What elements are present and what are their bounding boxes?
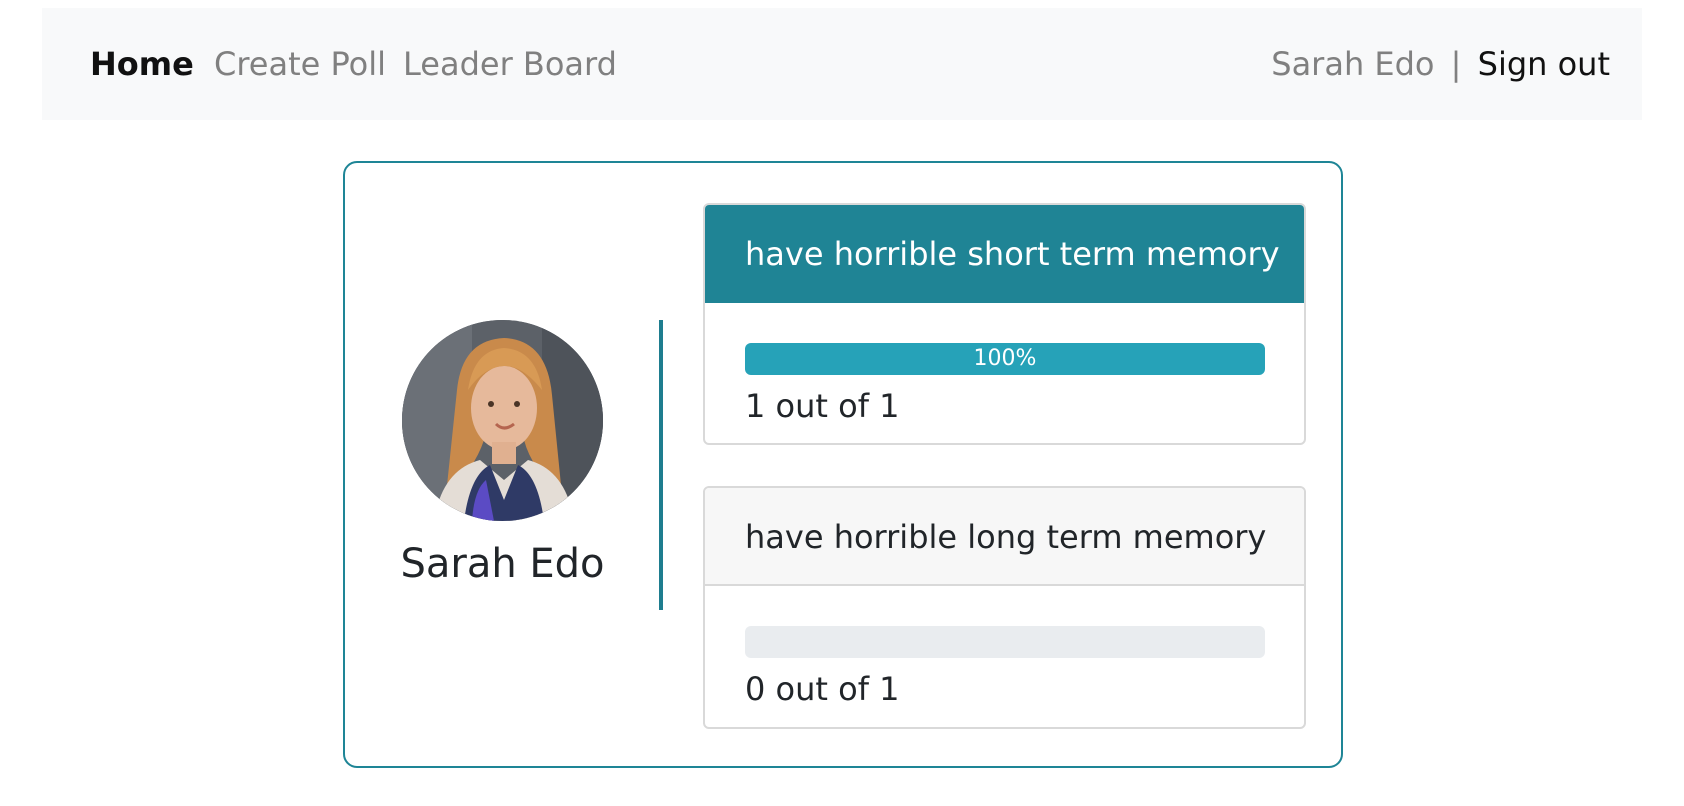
poll-result-card: Sarah Edo have horrible short term memor… xyxy=(343,161,1343,768)
avatar-photo-icon xyxy=(402,320,603,521)
vertical-divider xyxy=(659,320,663,610)
nav-home-link[interactable]: Home xyxy=(90,8,194,120)
nav-leader-board-link[interactable]: Leader Board xyxy=(403,8,617,120)
option-1-progress-fill: 100% xyxy=(745,343,1265,375)
option-2-vote-count: 0 out of 1 xyxy=(745,670,900,708)
author-avatar xyxy=(402,320,603,521)
option-1-text: have horrible short term memory xyxy=(705,205,1304,303)
nav-user-name: Sarah Edo xyxy=(1271,45,1435,83)
poll-option-1: have horrible short term memory 100% 1 o… xyxy=(703,203,1306,445)
option-1-vote-count: 1 out of 1 xyxy=(745,387,900,425)
option-1-progress-bar: 100% xyxy=(745,343,1265,375)
navbar: Home Create Poll Leader Board Sarah Edo … xyxy=(42,8,1642,120)
nav-create-poll-link[interactable]: Create Poll xyxy=(214,8,386,120)
nav-separator: | xyxy=(1450,45,1462,83)
option-2-progress-bar xyxy=(745,626,1265,658)
sign-out-link[interactable]: Sign out xyxy=(1478,45,1610,83)
nav-user-area: Sarah Edo | Sign out xyxy=(1271,8,1610,120)
option-2-text: have horrible long term memory xyxy=(705,488,1304,586)
poll-option-2: have horrible long term memory 0 out of … xyxy=(703,486,1306,729)
author-name: Sarah Edo xyxy=(400,541,605,587)
